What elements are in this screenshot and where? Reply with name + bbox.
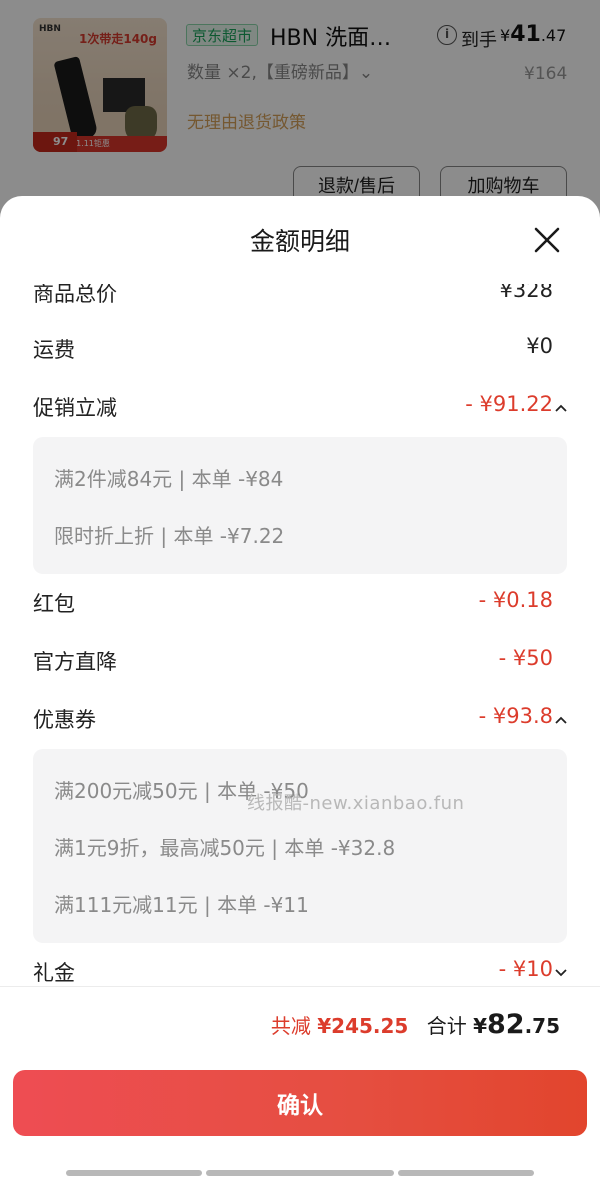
watermark: 线报酷-new.xianbao.fun [247,793,465,814]
total-reduce-label: 共减 [270,1014,311,1038]
row-amount: ¥0 [526,334,553,358]
row-label: 促销立减 [33,396,117,420]
gesture-bar-segment [206,1170,394,1176]
total-label: 合计 [426,1014,467,1038]
row-amount: - ¥93.8 [478,704,553,728]
coupon-detail-line: 满111元减11元 | 本单 -¥11 [54,893,309,917]
row-label: 礼金 [33,961,75,985]
row-promo[interactable]: 促销立减 - ¥91.22 [33,392,567,428]
chevron-down-icon[interactable] [555,969,567,977]
footer-divider [0,986,600,987]
close-icon[interactable] [531,224,563,256]
row-goods-total: 商品总价 ¥328 [33,284,567,314]
row-gift-money[interactable]: 礼金 - ¥10 [33,957,567,986]
amount-detail-sheet: 金额明细 商品总价 ¥328 运费 ¥0 促销立减 - ¥91.22 满2件减8… [0,196,600,1180]
row-label: 商品总价 [33,284,117,306]
row-shipping: 运费 ¥0 [33,334,567,370]
row-coupon[interactable]: 优惠券 - ¥93.8 [33,704,567,740]
row-label: 红包 [33,592,75,616]
gesture-bar-segment [398,1170,534,1176]
chevron-up-icon[interactable] [555,404,567,412]
total-reduce: 共减 ¥245.25 [271,1014,408,1038]
total-currency: ¥ [473,1014,487,1038]
gesture-bar-segment [66,1170,202,1176]
total-reduce-value: ¥245.25 [317,1014,409,1038]
row-official-drop: 官方直降 - ¥50 [33,646,567,682]
confirm-button[interactable]: 确认 [13,1070,587,1136]
coupon-detail-line: 满1元9折，最高减50元 | 本单 -¥32.8 [54,836,396,860]
row-label: 优惠券 [33,708,96,732]
row-label: 运费 [33,338,75,362]
row-amount: - ¥0.18 [478,588,553,612]
row-amount: - ¥91.22 [465,392,553,416]
total-int: 82 [486,1009,525,1040]
row-amount: - ¥50 [498,646,553,670]
promo-detail-box: 满2件减84元 | 本单 -¥84 限时折上折 | 本单 -¥7.22 [33,437,567,574]
total-sum: 合计 ¥82.75 [426,1009,560,1040]
promo-detail-line: 限时折上折 | 本单 -¥7.22 [54,524,285,548]
coupon-detail-box: 满200元减50元 | 本单 -¥50 满1元9折，最高减50元 | 本单 -¥… [33,749,567,943]
row-label: 官方直降 [33,650,117,674]
chevron-up-icon[interactable] [555,716,567,724]
amount-detail-list[interactable]: 商品总价 ¥328 运费 ¥0 促销立减 - ¥91.22 满2件减84元 | … [0,284,600,986]
total-dec: .75 [524,1014,560,1038]
sheet-title: 金额明细 [249,227,350,256]
row-amount: - ¥10 [498,957,553,981]
total-summary: 共减 ¥245.25 合计 ¥82.75 [271,1009,560,1040]
row-red-packet: 红包 - ¥0.18 [33,588,567,624]
promo-detail-line: 满2件减84元 | 本单 -¥84 [54,467,284,491]
row-amount: ¥328 [499,284,553,302]
